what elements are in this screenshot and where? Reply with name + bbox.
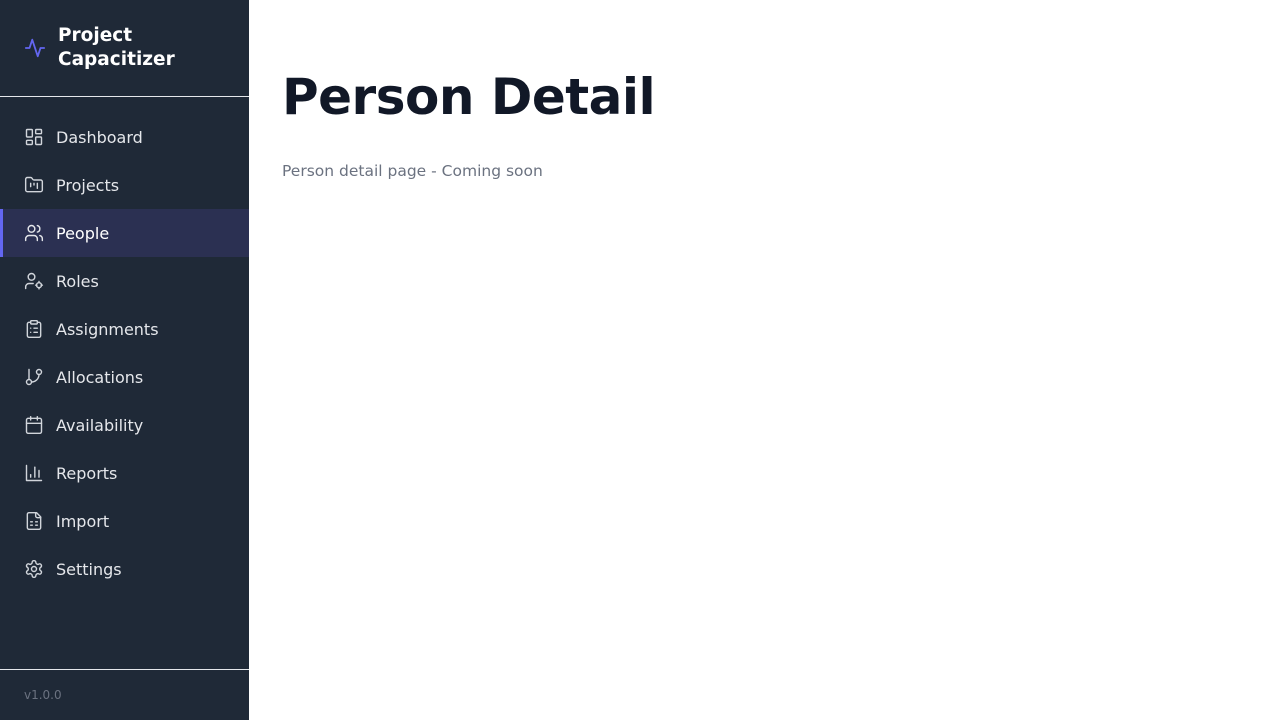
dashboard-icon [24, 127, 44, 147]
bar-chart-icon [24, 463, 44, 483]
activity-icon [24, 37, 46, 59]
brand[interactable]: Project Capacitizer [0, 0, 249, 97]
clipboard-icon [24, 319, 44, 339]
folder-icon [24, 175, 44, 195]
sidebar-item-label: Roles [56, 271, 99, 291]
sidebar-item-label: Reports [56, 463, 118, 483]
sidebar-item-label: Allocations [56, 367, 144, 387]
sidebar-item-settings[interactable]: Settings [0, 545, 249, 593]
sidebar-item-reports[interactable]: Reports [0, 449, 249, 497]
app-root: Project Capacitizer Dashboard Projects P… [0, 0, 1280, 720]
sidebar-item-label: Projects [56, 175, 120, 195]
sidebar-item-people[interactable]: People [0, 209, 249, 257]
page-title: Person Detail [282, 68, 656, 126]
sidebar-nav: Dashboard Projects People Roles Assignme… [0, 97, 249, 669]
sidebar-item-label: Availability [56, 415, 144, 435]
sidebar-item-label: Import [56, 511, 110, 531]
sidebar-item-roles[interactable]: Roles [0, 257, 249, 305]
file-spreadsheet-icon [24, 511, 44, 531]
sidebar-item-availability[interactable]: Availability [0, 401, 249, 449]
gear-icon [24, 559, 44, 579]
sidebar-item-allocations[interactable]: Allocations [0, 353, 249, 401]
sidebar-item-dashboard[interactable]: Dashboard [0, 113, 249, 161]
app-title: Project Capacitizer [58, 25, 175, 70]
sidebar-item-label: People [56, 223, 110, 243]
sidebar-footer: v1.0.0 [0, 669, 249, 720]
sidebar-item-import[interactable]: Import [0, 497, 249, 545]
sidebar-item-label: Settings [56, 559, 122, 579]
sidebar-item-projects[interactable]: Projects [0, 161, 249, 209]
user-cog-icon [24, 271, 44, 291]
version-label: v1.0.0 [24, 688, 62, 702]
main-content: Person Detail Person detail page - Comin… [249, 0, 1280, 720]
users-icon [24, 223, 44, 243]
sidebar-item-label: Assignments [56, 319, 159, 339]
sidebar-item-assignments[interactable]: Assignments [0, 305, 249, 353]
page-subtitle: Person detail page - Coming soon [282, 162, 543, 180]
sidebar-item-label: Dashboard [56, 127, 143, 147]
sidebar: Project Capacitizer Dashboard Projects P… [0, 0, 249, 720]
calendar-icon [24, 415, 44, 435]
git-branch-icon [24, 367, 44, 387]
